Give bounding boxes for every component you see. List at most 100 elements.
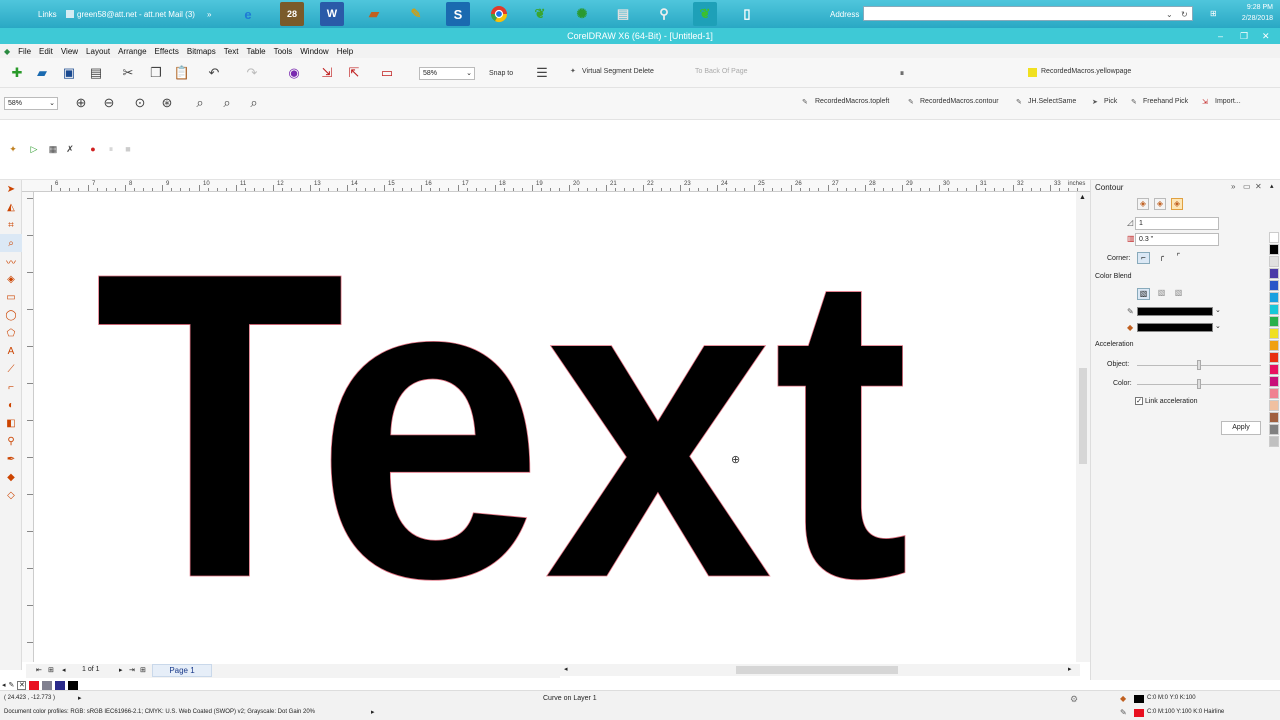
fill-color-indicator[interactable] <box>1134 695 1144 703</box>
palette-swatch[interactable] <box>1269 424 1279 435</box>
zoom-in-icon[interactable]: ⊕ <box>72 94 90 112</box>
corner-round-icon[interactable]: ╭ <box>1155 252 1168 264</box>
palette-swatch[interactable] <box>1269 304 1279 315</box>
export-icon[interactable]: ⇱ <box>345 64 363 82</box>
text-curve-object[interactable]: Text <box>34 192 1076 662</box>
taskbar-more-arrow[interactable]: » <box>207 3 211 25</box>
address-input[interactable] <box>863 6 1193 21</box>
save-icon[interactable]: ▣ <box>60 64 78 82</box>
edit-palette-icon[interactable]: ✎ <box>9 681 15 689</box>
last-page-icon[interactable]: ⇥ <box>129 666 135 674</box>
prev-page-icon[interactable]: ◂ <box>62 666 66 674</box>
menu-layout[interactable]: Layout <box>86 47 110 56</box>
palette-swatch[interactable] <box>1269 280 1279 291</box>
offset-input[interactable]: 0.3 " <box>1135 233 1219 246</box>
menu-view[interactable]: View <box>61 47 78 56</box>
close-button[interactable]: ✕ <box>1262 28 1270 44</box>
menu-bitmaps[interactable]: Bitmaps <box>187 47 216 56</box>
link-acceleration-checkbox[interactable]: ✓ Link acceleration <box>1135 397 1197 405</box>
drawing-canvas[interactable]: Text ⊕ <box>34 192 1076 662</box>
taskbar-clock[interactable]: 9:28 PM 2/28/2018 <box>1228 2 1273 24</box>
options-icon[interactable]: ☰ <box>533 64 551 82</box>
pause-macro-icon[interactable]: ⏸ <box>102 140 120 158</box>
connector-tool-icon[interactable]: ⌐ <box>0 378 22 396</box>
chrome-icon[interactable] <box>487 2 511 26</box>
horizontal-ruler[interactable]: 6 7 8 9 10 11 12 13 14 15 16 17 18 19 20 21 22 23 24 25 26 27… <box>22 180 1090 192</box>
palette-swatch[interactable] <box>1269 268 1279 279</box>
clockwise-blend-icon[interactable]: ▧ <box>1155 288 1168 300</box>
vertical-scrollbar[interactable]: ▲ <box>1076 192 1090 662</box>
blend-tool-icon[interactable]: ◐ <box>0 396 22 414</box>
scroll-up-icon[interactable]: ▲ <box>1079 194 1086 201</box>
steps-input[interactable]: 1 <box>1135 217 1219 230</box>
links-toolbar[interactable]: Links <box>38 3 57 25</box>
menu-effects[interactable]: Effects <box>155 47 179 56</box>
zoom-level-combo[interactable]: 58% ⌄ <box>419 67 475 80</box>
smart-fill-tool-icon[interactable]: ◈ <box>0 270 22 288</box>
virtual-segment-delete-button[interactable]: Virtual Segment Delete <box>582 68 654 75</box>
menu-edit[interactable]: Edit <box>39 47 53 56</box>
transparency-tool-icon[interactable]: ◧ <box>0 414 22 432</box>
macro-editor-icon[interactable]: ▦ <box>44 140 62 158</box>
palette-swatch[interactable] <box>1269 232 1279 243</box>
next-page-icon[interactable]: ▸ <box>119 666 123 674</box>
apply-button[interactable]: Apply <box>1221 421 1261 435</box>
fill-color-swatch[interactable] <box>1137 323 1213 332</box>
macro-contour-button[interactable]: RecordedMacros.contour <box>920 98 999 105</box>
polygon-tool-icon[interactable]: ⬠ <box>0 324 22 342</box>
minimize-button[interactable]: – <box>1218 28 1223 44</box>
zoom-out-icon[interactable]: ⊖ <box>100 94 118 112</box>
snap-to-dropdown[interactable]: Snap to <box>489 70 513 77</box>
to-back-of-page-button[interactable]: To Back Of Page <box>695 68 748 75</box>
shape-tool-icon[interactable]: ◭ <box>0 198 22 216</box>
record-macro-icon[interactable]: ● <box>84 140 102 158</box>
magnifier-icon[interactable]: ⚲ <box>652 2 676 26</box>
outline-pen-tool-icon[interactable]: ✒ <box>0 450 22 468</box>
palette-swatch[interactable] <box>1269 388 1279 399</box>
maximize-button[interactable]: ❐ <box>1240 28 1248 44</box>
app-menu-icon[interactable]: ◆ <box>4 47 10 56</box>
zoom-tool-icon[interactable]: ⌕ <box>0 234 22 252</box>
blank-doc-icon[interactable]: ▯ <box>735 2 759 26</box>
palette-scroll-up-icon[interactable]: ▴ <box>1270 182 1274 190</box>
interactive-fill-tool-icon[interactable]: ◇ <box>0 486 22 504</box>
outline-color-swatch[interactable] <box>1137 307 1213 316</box>
redo-icon[interactable]: ↷ <box>243 64 261 82</box>
vertical-ruler[interactable] <box>22 192 34 662</box>
zoom-combo[interactable]: 58% ⌄ <box>4 97 58 110</box>
ie-icon[interactable]: e <box>236 2 260 26</box>
calendar-icon[interactable]: 28 <box>280 2 304 26</box>
palette-swatch[interactable] <box>1269 328 1279 339</box>
docker-close-icon[interactable]: ✕ <box>1255 182 1262 191</box>
menu-text[interactable]: Text <box>224 47 239 56</box>
ellipse-tool-icon[interactable]: ◯ <box>0 306 22 324</box>
color-profiles-arrow-icon[interactable]: ▸ <box>371 708 375 716</box>
menu-table[interactable]: Table <box>246 47 265 56</box>
palette-swatch[interactable] <box>1269 352 1279 363</box>
outline-color-indicator[interactable] <box>1134 709 1144 717</box>
parallel-dimension-tool-icon[interactable]: ⟋ <box>0 360 22 378</box>
palette-swatch[interactable] <box>1269 412 1279 423</box>
eyedropper-tool-icon[interactable]: ⚲ <box>0 432 22 450</box>
palette-swatch[interactable] <box>1269 256 1279 267</box>
application-launcher-icon[interactable]: ▭ <box>378 64 396 82</box>
palette-swatch[interactable] <box>1269 340 1279 351</box>
import-icon[interactable]: ⇲ <box>318 64 336 82</box>
undo-icon[interactable]: ↶ <box>205 64 223 82</box>
fill-tool-icon[interactable]: ◆ <box>0 468 22 486</box>
s-app-icon[interactable]: S <box>446 2 470 26</box>
cut-icon[interactable]: ✂ <box>119 64 137 82</box>
green-leaf-icon[interactable]: ❦ <box>528 2 552 26</box>
chevron-down-icon[interactable]: ⌄ <box>1215 322 1221 330</box>
menu-window[interactable]: Window <box>300 47 328 56</box>
zoom-page-icon[interactable]: ⌕ <box>191 94 209 112</box>
select-same-button[interactable]: JH.SelectSame <box>1028 98 1076 105</box>
freehand-pick-button[interactable]: Freehand Pick <box>1143 98 1188 105</box>
macro-topleft-button[interactable]: RecordedMacros.topleft <box>815 98 889 105</box>
menu-arrange[interactable]: Arrange <box>118 47 146 56</box>
recorded-macros-yellowpage-button[interactable]: RecordedMacros.yellowpage <box>1041 68 1131 75</box>
red-swatch[interactable] <box>29 680 40 690</box>
import-button[interactable]: Import... <box>1215 98 1241 105</box>
horizontal-scroll-thumb[interactable] <box>736 666 898 674</box>
crop-tool-icon[interactable]: ⌗ <box>0 216 22 234</box>
